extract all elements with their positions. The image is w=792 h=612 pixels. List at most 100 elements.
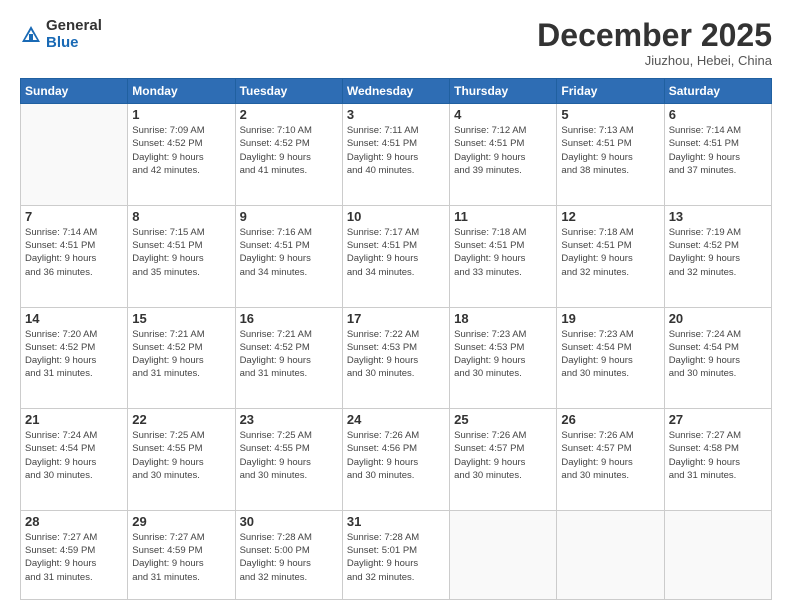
day-number: 8 bbox=[132, 209, 230, 224]
col-header-sunday: Sunday bbox=[21, 79, 128, 104]
day-number: 30 bbox=[240, 514, 338, 529]
week-row-1: 1 Sunrise: 7:09 AMSunset: 4:52 PMDaylight… bbox=[21, 104, 772, 206]
day-number: 25 bbox=[454, 412, 552, 427]
day-cell: 29Sunrise: 7:27 AMSunset: 4:59 PMDayligh… bbox=[128, 510, 235, 599]
day-cell: 28Sunrise: 7:27 AMSunset: 4:59 PMDayligh… bbox=[21, 510, 128, 599]
col-header-wednesday: Wednesday bbox=[342, 79, 449, 104]
day-info: Sunrise: 7:25 AMSunset: 4:55 PMDaylight:… bbox=[240, 429, 338, 482]
week-row-5: 28Sunrise: 7:27 AMSunset: 4:59 PMDayligh… bbox=[21, 510, 772, 599]
day-cell: 2Sunrise: 7:10 AMSunset: 4:52 PMDaylight… bbox=[235, 104, 342, 206]
day-info: Sunrise: 7:24 AMSunset: 4:54 PMDaylight:… bbox=[25, 429, 123, 482]
day-cell: 17 Sunrise: 7:22 AMSunset: 4:53 PMDayligh… bbox=[342, 307, 449, 409]
day-cell bbox=[664, 510, 771, 599]
day-info: Sunrise: 7:19 AMSunset: 4:52 PMDaylight:… bbox=[669, 226, 767, 279]
page: General Blue December 2025 Jiuzhou, Hebe… bbox=[0, 0, 792, 612]
day-info: Sunrise: 7:27 AMSunset: 4:59 PMDaylight:… bbox=[132, 531, 230, 584]
day-info: Sunrise: 7:15 AMSunset: 4:51 PMDaylight:… bbox=[132, 226, 230, 279]
day-number: 16 bbox=[240, 311, 338, 326]
day-cell: 25 Sunrise: 7:26 AMSunset: 4:57 PMDayligh… bbox=[450, 409, 557, 511]
day-number: 18 bbox=[454, 311, 552, 326]
day-number: 17 bbox=[347, 311, 445, 326]
day-cell: 15 Sunrise: 7:21 AMSunset: 4:52 PMDayligh… bbox=[128, 307, 235, 409]
day-info: Sunrise: 7:14 AMSunset: 4:51 PMDaylight:… bbox=[669, 124, 767, 177]
day-cell: 14 Sunrise: 7:20 AMSunset: 4:52 PMDayligh… bbox=[21, 307, 128, 409]
day-number: 23 bbox=[240, 412, 338, 427]
logo-text: General Blue bbox=[46, 18, 102, 51]
day-number: 22 bbox=[132, 412, 230, 427]
header-row: SundayMondayTuesdayWednesdayThursdayFrid… bbox=[21, 79, 772, 104]
week-row-2: 7Sunrise: 7:14 AMSunset: 4:51 PMDaylight… bbox=[21, 205, 772, 307]
day-cell: 23 Sunrise: 7:25 AMSunset: 4:55 PMDayligh… bbox=[235, 409, 342, 511]
day-cell: 3 Sunrise: 7:11 AMSunset: 4:51 PMDaylight… bbox=[342, 104, 449, 206]
day-info: Sunrise: 7:21 AMSunset: 4:52 PMDaylight:… bbox=[132, 328, 230, 381]
day-number: 20 bbox=[669, 311, 767, 326]
day-number: 6 bbox=[669, 107, 767, 122]
day-cell: 18 Sunrise: 7:23 AMSunset: 4:53 PMDayligh… bbox=[450, 307, 557, 409]
day-cell: 31Sunrise: 7:28 AMSunset: 5:01 PMDayligh… bbox=[342, 510, 449, 599]
day-cell: 19 Sunrise: 7:23 AMSunset: 4:54 PMDayligh… bbox=[557, 307, 664, 409]
day-info: Sunrise: 7:26 AMSunset: 4:57 PMDaylight:… bbox=[454, 429, 552, 482]
day-info: Sunrise: 7:13 AMSunset: 4:51 PMDaylight:… bbox=[561, 124, 659, 177]
day-number: 12 bbox=[561, 209, 659, 224]
subtitle: Jiuzhou, Hebei, China bbox=[537, 53, 772, 68]
col-header-friday: Friday bbox=[557, 79, 664, 104]
day-cell: 5 Sunrise: 7:13 AMSunset: 4:51 PMDaylight… bbox=[557, 104, 664, 206]
day-number: 19 bbox=[561, 311, 659, 326]
day-cell: 9 Sunrise: 7:16 AMSunset: 4:51 PMDaylight… bbox=[235, 205, 342, 307]
day-info: Sunrise: 7:23 AMSunset: 4:54 PMDaylight:… bbox=[561, 328, 659, 381]
day-number: 3 bbox=[347, 107, 445, 122]
day-cell: 11 Sunrise: 7:18 AMSunset: 4:51 PMDayligh… bbox=[450, 205, 557, 307]
day-cell: 16 Sunrise: 7:21 AMSunset: 4:52 PMDayligh… bbox=[235, 307, 342, 409]
day-info: Sunrise: 7:09 AMSunset: 4:52 PMDaylight:… bbox=[132, 124, 230, 177]
day-info: Sunrise: 7:27 AMSunset: 4:59 PMDaylight:… bbox=[25, 531, 123, 584]
day-cell: 24 Sunrise: 7:26 AMSunset: 4:56 PMDayligh… bbox=[342, 409, 449, 511]
day-number: 27 bbox=[669, 412, 767, 427]
day-number: 26 bbox=[561, 412, 659, 427]
day-number: 7 bbox=[25, 209, 123, 224]
day-cell bbox=[557, 510, 664, 599]
day-info: Sunrise: 7:20 AMSunset: 4:52 PMDaylight:… bbox=[25, 328, 123, 381]
day-info: Sunrise: 7:23 AMSunset: 4:53 PMDaylight:… bbox=[454, 328, 552, 381]
day-cell: 12Sunrise: 7:18 AMSunset: 4:51 PMDayligh… bbox=[557, 205, 664, 307]
day-info: Sunrise: 7:28 AMSunset: 5:00 PMDaylight:… bbox=[240, 531, 338, 584]
day-number: 13 bbox=[669, 209, 767, 224]
day-number: 31 bbox=[347, 514, 445, 529]
week-row-3: 14 Sunrise: 7:20 AMSunset: 4:52 PMDayligh… bbox=[21, 307, 772, 409]
day-number: 15 bbox=[132, 311, 230, 326]
day-info: Sunrise: 7:25 AMSunset: 4:55 PMDaylight:… bbox=[132, 429, 230, 482]
day-info: Sunrise: 7:11 AMSunset: 4:51 PMDaylight:… bbox=[347, 124, 445, 177]
day-info: Sunrise: 7:21 AMSunset: 4:52 PMDaylight:… bbox=[240, 328, 338, 381]
day-cell: 4 Sunrise: 7:12 AMSunset: 4:51 PMDaylight… bbox=[450, 104, 557, 206]
day-number: 24 bbox=[347, 412, 445, 427]
day-number: 9 bbox=[240, 209, 338, 224]
logo-blue-text: Blue bbox=[46, 35, 102, 52]
day-info: Sunrise: 7:16 AMSunset: 4:51 PMDaylight:… bbox=[240, 226, 338, 279]
day-number: 4 bbox=[454, 107, 552, 122]
day-cell: 21 Sunrise: 7:24 AMSunset: 4:54 PMDayligh… bbox=[21, 409, 128, 511]
day-cell: 8 Sunrise: 7:15 AMSunset: 4:51 PMDaylight… bbox=[128, 205, 235, 307]
day-number: 11 bbox=[454, 209, 552, 224]
day-cell: 26Sunrise: 7:26 AMSunset: 4:57 PMDayligh… bbox=[557, 409, 664, 511]
day-number: 21 bbox=[25, 412, 123, 427]
day-info: Sunrise: 7:26 AMSunset: 4:56 PMDaylight:… bbox=[347, 429, 445, 482]
day-info: Sunrise: 7:22 AMSunset: 4:53 PMDaylight:… bbox=[347, 328, 445, 381]
day-info: Sunrise: 7:17 AMSunset: 4:51 PMDaylight:… bbox=[347, 226, 445, 279]
day-cell: 20 Sunrise: 7:24 AMSunset: 4:54 PMDayligh… bbox=[664, 307, 771, 409]
day-info: Sunrise: 7:12 AMSunset: 4:51 PMDaylight:… bbox=[454, 124, 552, 177]
day-info: Sunrise: 7:18 AMSunset: 4:51 PMDaylight:… bbox=[454, 226, 552, 279]
day-number: 10 bbox=[347, 209, 445, 224]
day-cell: 13 Sunrise: 7:19 AMSunset: 4:52 PMDayligh… bbox=[664, 205, 771, 307]
day-info: Sunrise: 7:24 AMSunset: 4:54 PMDaylight:… bbox=[669, 328, 767, 381]
month-title: December 2025 bbox=[537, 18, 772, 53]
day-number: 1 bbox=[132, 107, 230, 122]
header: General Blue December 2025 Jiuzhou, Hebe… bbox=[20, 18, 772, 68]
logo-general-text: General bbox=[46, 18, 102, 35]
day-cell: 1 Sunrise: 7:09 AMSunset: 4:52 PMDaylight… bbox=[128, 104, 235, 206]
day-number: 2 bbox=[240, 107, 338, 122]
day-info: Sunrise: 7:27 AMSunset: 4:58 PMDaylight:… bbox=[669, 429, 767, 482]
col-header-thursday: Thursday bbox=[450, 79, 557, 104]
day-number: 5 bbox=[561, 107, 659, 122]
day-number: 14 bbox=[25, 311, 123, 326]
logo: General Blue bbox=[20, 18, 102, 51]
calendar-table: SundayMondayTuesdayWednesdayThursdayFrid… bbox=[20, 78, 772, 600]
